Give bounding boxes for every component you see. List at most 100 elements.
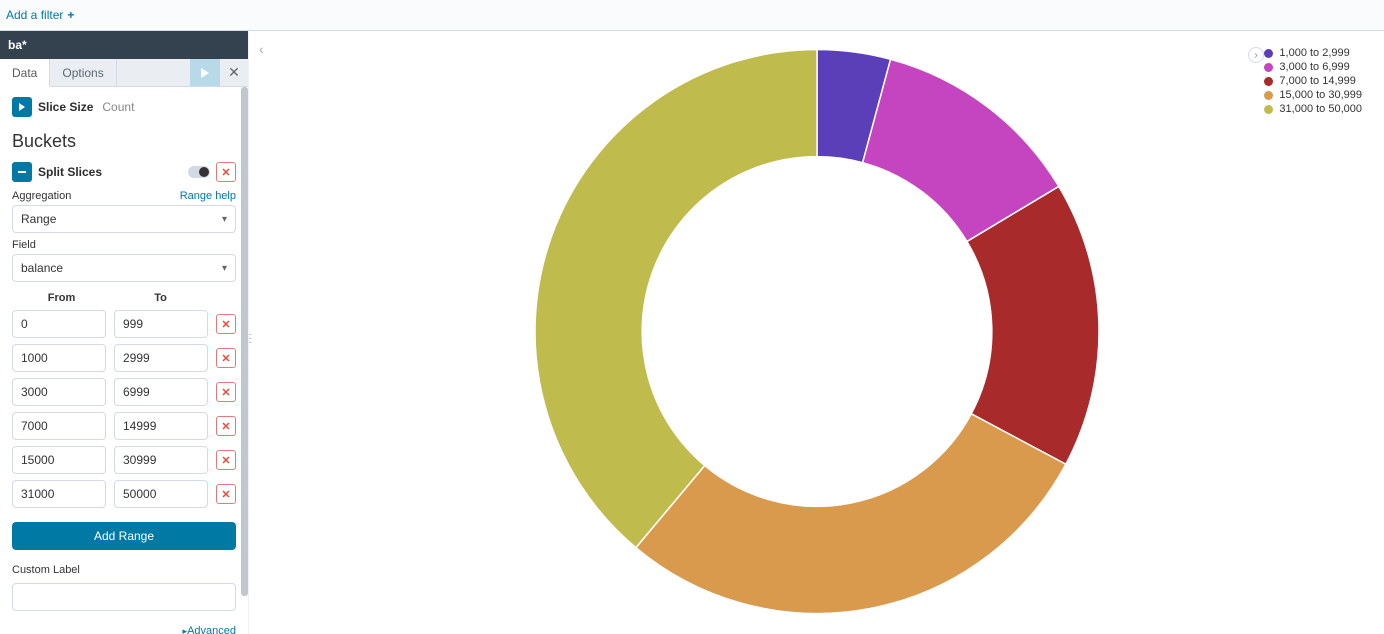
range-remove-button[interactable]: ✕ (216, 314, 236, 334)
donut-slice[interactable] (535, 49, 817, 547)
range-from-input[interactable] (12, 344, 106, 372)
legend-item[interactable]: 31,000 to 50,000 (1264, 103, 1362, 115)
legend-toggle-button[interactable]: › (1248, 47, 1264, 63)
split-remove-button[interactable]: ✕ (216, 162, 236, 182)
range-to-input[interactable] (114, 310, 208, 338)
range-remove-button[interactable]: ✕ (216, 416, 236, 436)
legend: 1,000 to 2,999 3,000 to 6,999 7,000 to 14,… (1264, 47, 1362, 117)
chevron-right-icon: › (1254, 50, 1257, 61)
range-to-input[interactable] (114, 344, 208, 372)
close-icon: ✕ (221, 488, 230, 501)
split-label: Split Slices (38, 165, 182, 179)
index-pattern-header[interactable]: ba* (0, 31, 248, 59)
metric-sub: Count (102, 100, 134, 114)
range-remove-button[interactable]: ✕ (216, 382, 236, 402)
discard-button[interactable]: ✕ (220, 59, 248, 86)
range-help-link[interactable]: Range help (180, 190, 236, 202)
close-icon: ✕ (228, 64, 240, 81)
advanced-toggle[interactable]: Advanced (183, 625, 236, 634)
chevron-down-icon: ▾ (222, 263, 227, 274)
split-toggle[interactable] (188, 166, 210, 178)
plus-icon: + (67, 8, 74, 22)
legend-label: 7,000 to 14,999 (1279, 75, 1355, 87)
aggregation-label: Aggregation (12, 190, 71, 202)
legend-label: 15,000 to 30,999 (1279, 89, 1362, 101)
close-icon: ✕ (221, 454, 230, 467)
range-remove-button[interactable]: ✕ (216, 450, 236, 470)
tab-data[interactable]: Data (0, 59, 50, 87)
play-icon (200, 68, 210, 78)
aggregation-value: Range (21, 212, 56, 226)
legend-dot (1264, 91, 1273, 100)
legend-label: 31,000 to 50,000 (1279, 103, 1362, 115)
aggregation-label-row: Aggregation Range help (12, 190, 236, 202)
from-col-header: From (12, 292, 111, 304)
field-value: balance (21, 261, 63, 275)
index-pattern-label: ba* (8, 38, 27, 52)
range-remove-button[interactable]: ✕ (216, 348, 236, 368)
aggregation-select[interactable]: Range ▾ (12, 205, 236, 233)
config-sidebar: ba* Data Options ✕ Slice Size Count (0, 31, 249, 634)
advanced-row: Advanced (12, 623, 236, 634)
legend-item[interactable]: 7,000 to 14,999 (1264, 75, 1362, 87)
legend-dot (1264, 77, 1273, 86)
range-from-input[interactable] (12, 412, 106, 440)
range-to-input[interactable] (114, 446, 208, 474)
sidebar-scroll: Slice Size Count Buckets Split Slices ✕ … (0, 87, 248, 634)
donut-chart (532, 46, 1102, 619)
range-from-input[interactable] (12, 446, 106, 474)
field-select[interactable]: balance ▾ (12, 254, 236, 282)
resize-handle[interactable]: ······ (248, 333, 251, 345)
range-to-input[interactable] (114, 412, 208, 440)
apply-button[interactable] (190, 59, 220, 86)
scrollbar[interactable] (241, 87, 248, 634)
custom-label: Custom Label (12, 564, 80, 576)
add-filter-label: Add a filter (6, 8, 63, 22)
metric-label: Slice Size (38, 100, 93, 114)
filter-bar: Add a filter + (0, 0, 1384, 31)
range-to-input[interactable] (114, 480, 208, 508)
add-filter-link[interactable]: Add a filter + (6, 8, 74, 22)
field-label: Field (12, 239, 36, 251)
tab-options[interactable]: Options (50, 59, 116, 86)
split-slices-header: Split Slices ✕ (12, 162, 236, 182)
tabs-row: Data Options ✕ (0, 59, 248, 87)
legend-label: 3,000 to 6,999 (1279, 61, 1349, 73)
range-row: ✕ (12, 344, 236, 372)
range-to-input[interactable] (114, 378, 208, 406)
legend-item[interactable]: 15,000 to 30,999 (1264, 89, 1362, 101)
donut-slice[interactable] (635, 413, 1065, 613)
split-collapse-button[interactable] (12, 162, 32, 182)
chevron-left-icon: ‹ (259, 41, 264, 57)
field-label-row: Field (12, 239, 236, 251)
metric-expand-button[interactable] (12, 97, 32, 117)
range-from-input[interactable] (12, 310, 106, 338)
legend-dot (1264, 49, 1273, 58)
legend-item[interactable]: 1,000 to 2,999 (1264, 47, 1362, 59)
close-icon: ✕ (221, 386, 230, 399)
range-row: ✕ (12, 310, 236, 338)
close-icon: ✕ (221, 420, 230, 433)
custom-label-input[interactable] (12, 583, 236, 611)
visualization-area: ‹ ······ › 1,000 to 2,999 3,000 to 6,999 7… (249, 31, 1384, 634)
range-from-input[interactable] (12, 480, 106, 508)
metric-row: Slice Size Count (12, 97, 236, 117)
legend-dot (1264, 63, 1273, 72)
close-icon: ✕ (221, 166, 230, 179)
range-row: ✕ (12, 446, 236, 474)
add-range-button[interactable]: Add Range (12, 522, 236, 550)
range-row: ✕ (12, 378, 236, 406)
range-remove-button[interactable]: ✕ (216, 484, 236, 504)
range-row: ✕ (12, 412, 236, 440)
collapse-sidebar-button[interactable]: ‹ (259, 41, 264, 57)
legend-label: 1,000 to 2,999 (1279, 47, 1349, 59)
legend-dot (1264, 105, 1273, 114)
range-from-input[interactable] (12, 378, 106, 406)
close-icon: ✕ (221, 352, 230, 365)
buckets-heading: Buckets (12, 131, 236, 152)
legend-item[interactable]: 3,000 to 6,999 (1264, 61, 1362, 73)
ranges-header: From To (12, 292, 236, 304)
close-icon: ✕ (221, 318, 230, 331)
custom-label-row: Custom Label (12, 564, 236, 576)
range-row: ✕ (12, 480, 236, 508)
